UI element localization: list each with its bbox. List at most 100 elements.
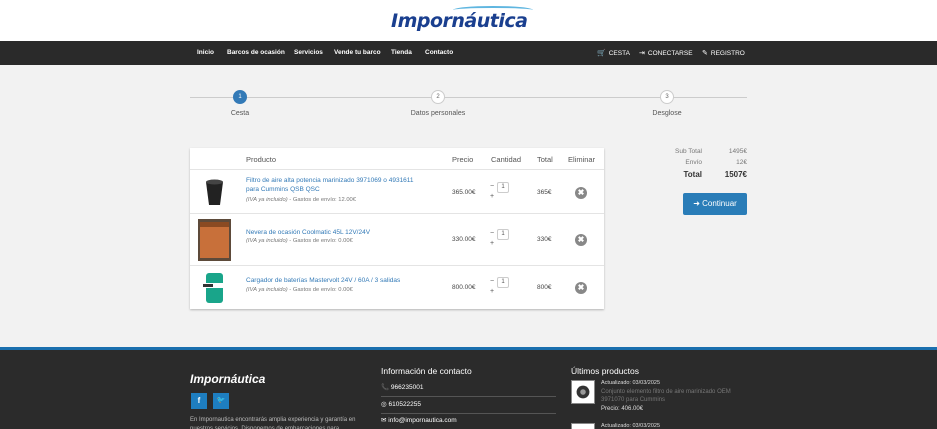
table-row: Cargador de baterías Mastervolt 24V / 60… bbox=[190, 265, 604, 309]
footer-logo-part-2: náutica bbox=[223, 372, 266, 386]
quantity-stepper: −1 + bbox=[490, 277, 510, 295]
product-updated: Actualizado: 03/03/2025 bbox=[601, 380, 661, 386]
nav-cart-link[interactable]: 🛒 CESTA bbox=[597, 49, 630, 57]
phone-icon: 📞 bbox=[381, 384, 391, 391]
product-updated: Actualizado: 03/03/2025 bbox=[601, 423, 661, 429]
col-header-product: Producto bbox=[246, 155, 277, 164]
step-label: Desglose bbox=[652, 110, 682, 117]
email-value: info@impornautica.com bbox=[388, 417, 457, 424]
nav-tienda[interactable]: Tienda bbox=[391, 49, 412, 56]
qty-decrease-button[interactable]: − bbox=[490, 183, 494, 190]
footer-logo[interactable]: Impornáutica bbox=[190, 372, 265, 386]
product-name-link[interactable]: Filtro de aire alta potencia marinizado … bbox=[246, 176, 426, 194]
shipping-cost: - Gastos de envío: 0.00€ bbox=[287, 287, 353, 293]
arrow-right-icon: ➜ bbox=[693, 199, 703, 208]
product-name: Conjunto elemento filtro de aire mariniz… bbox=[601, 389, 731, 403]
site-logo[interactable]: Impornáutica bbox=[391, 6, 533, 32]
step-number: 1 bbox=[233, 90, 247, 104]
total-label: Total bbox=[683, 170, 702, 179]
nav-barcos-ocasion[interactable]: Barcos de ocasión bbox=[227, 49, 285, 56]
row-total: 330€ bbox=[537, 236, 552, 243]
shipping-label: Envío bbox=[685, 159, 702, 166]
nav-inicio[interactable]: Inicio bbox=[197, 49, 214, 56]
cart-table: Producto Precio Cantidad Total Eliminar … bbox=[190, 148, 604, 309]
product-thumbnail bbox=[571, 423, 595, 429]
footer-logo-part-1: Impor bbox=[190, 372, 224, 386]
unit-price: 800.00€ bbox=[452, 284, 476, 291]
product-shipping-info: (IVA ya incluido) - Gastos de envío: 0.0… bbox=[246, 287, 353, 293]
contact-title: Información de contacto bbox=[381, 366, 472, 376]
iva-note: (IVA ya incluido) bbox=[246, 238, 288, 244]
nav-register-link[interactable]: ✎ REGISTRO bbox=[702, 49, 745, 57]
step-number: 2 bbox=[431, 90, 445, 104]
continue-label: Continuar bbox=[702, 199, 737, 208]
remove-item-icon[interactable]: ✖ bbox=[575, 234, 587, 246]
main-nav: Inicio Barcos de ocasión Servicios Vende… bbox=[0, 41, 937, 65]
product-name-link[interactable]: Nevera de ocasión Coolmatic 45L 12V/24V bbox=[246, 228, 426, 237]
row-total: 800€ bbox=[537, 284, 552, 291]
footer-description: En Impornautica encontrarás amplia exper… bbox=[190, 417, 356, 429]
subtotal-value: 1495€ bbox=[728, 148, 747, 155]
col-header-price: Precio bbox=[452, 155, 474, 164]
edit-icon: ✎ bbox=[702, 50, 708, 57]
table-row: Nevera de ocasión Coolmatic 45L 12V/24V … bbox=[190, 213, 604, 265]
quantity-stepper: −1 + bbox=[490, 229, 510, 247]
qty-increase-button[interactable]: + bbox=[490, 288, 494, 295]
remove-item-icon[interactable]: ✖ bbox=[575, 282, 587, 294]
step-cesta: 1 Cesta bbox=[200, 90, 280, 117]
product-thumbnail bbox=[198, 269, 231, 307]
shipping-value: 12€ bbox=[736, 159, 747, 166]
phone-2-value: 610522255 bbox=[388, 401, 422, 408]
twitter-icon[interactable]: 🐦 bbox=[213, 393, 229, 409]
product-shipping-info: (IVA ya incluido) - Gastos de envío: 12.… bbox=[246, 197, 356, 203]
product-name-link[interactable]: Cargador de baterías Mastervolt 24V / 60… bbox=[246, 276, 426, 285]
sign-in-icon: ⇥ bbox=[639, 50, 645, 57]
product-thumbnail bbox=[198, 173, 231, 211]
summary-total: Total 1507€ bbox=[640, 170, 747, 181]
nav-servicios[interactable]: Servicios bbox=[294, 49, 323, 56]
step-label: Cesta bbox=[230, 110, 250, 117]
contact-email[interactable]: ✉ info@impornautica.com bbox=[381, 416, 457, 424]
qty-increase-button[interactable]: + bbox=[490, 240, 494, 247]
col-header-total: Total bbox=[537, 155, 553, 164]
nav-login-label: CONECTARSE bbox=[647, 50, 693, 57]
facebook-icon[interactable]: f bbox=[191, 393, 207, 409]
product-price: Precio: 406.00€ bbox=[601, 406, 644, 412]
site-footer: Impornáutica f 🐦 En Impornautica encontr… bbox=[0, 347, 937, 429]
divider bbox=[381, 396, 556, 397]
divider bbox=[381, 413, 556, 414]
quantity-input[interactable]: 1 bbox=[497, 277, 510, 288]
product-thumbnail bbox=[571, 380, 595, 404]
step-desglose: 3 Desglose bbox=[627, 90, 707, 117]
cart-icon: 🛒 bbox=[597, 50, 606, 57]
step-label: Datos personales bbox=[410, 110, 466, 117]
contact-phone-1[interactable]: 📞 966235001 bbox=[381, 383, 556, 397]
col-header-remove: Eliminar bbox=[568, 155, 596, 164]
total-value: 1507€ bbox=[724, 170, 747, 179]
qty-decrease-button[interactable]: − bbox=[490, 230, 494, 237]
nav-vende-barco[interactable]: Vende tu barco bbox=[334, 49, 381, 56]
nav-contacto[interactable]: Contacto bbox=[425, 49, 453, 56]
table-row: Filtro de aire alta potencia marinizado … bbox=[190, 169, 604, 213]
iva-note: (IVA ya incluido) bbox=[246, 197, 288, 203]
summary-subtotal: Sub Total 1495€ bbox=[640, 148, 747, 159]
phone-1-value: 966235001 bbox=[390, 384, 424, 391]
shipping-cost: - Gastos de envío: 0.00€ bbox=[287, 238, 353, 244]
step-datos-personales: 2 Datos personales bbox=[398, 90, 478, 117]
continue-button[interactable]: ➜ Continuar bbox=[683, 193, 747, 215]
nav-login-link[interactable]: ⇥ CONECTARSE bbox=[639, 49, 693, 57]
logo-wave-icon bbox=[453, 6, 533, 14]
product-thumbnail bbox=[198, 219, 231, 261]
qty-increase-button[interactable]: + bbox=[490, 193, 494, 200]
site-header: Impornáutica bbox=[0, 0, 937, 41]
qty-decrease-button[interactable]: − bbox=[490, 278, 494, 285]
quantity-stepper: −1 + bbox=[490, 182, 510, 200]
quantity-input[interactable]: 1 bbox=[497, 229, 510, 240]
product-shipping-info: (IVA ya incluido) - Gastos de envío: 0.0… bbox=[246, 238, 353, 244]
contact-phone-2[interactable]: ◎ 610522255 bbox=[381, 400, 556, 414]
quantity-input[interactable]: 1 bbox=[497, 182, 510, 193]
checkout-steps: 1 Cesta 2 Datos personales 3 Desglose bbox=[190, 90, 747, 130]
iva-note: (IVA ya incluido) bbox=[246, 287, 288, 293]
logo-part-1: Impor bbox=[391, 10, 452, 32]
remove-item-icon[interactable]: ✖ bbox=[575, 187, 587, 199]
